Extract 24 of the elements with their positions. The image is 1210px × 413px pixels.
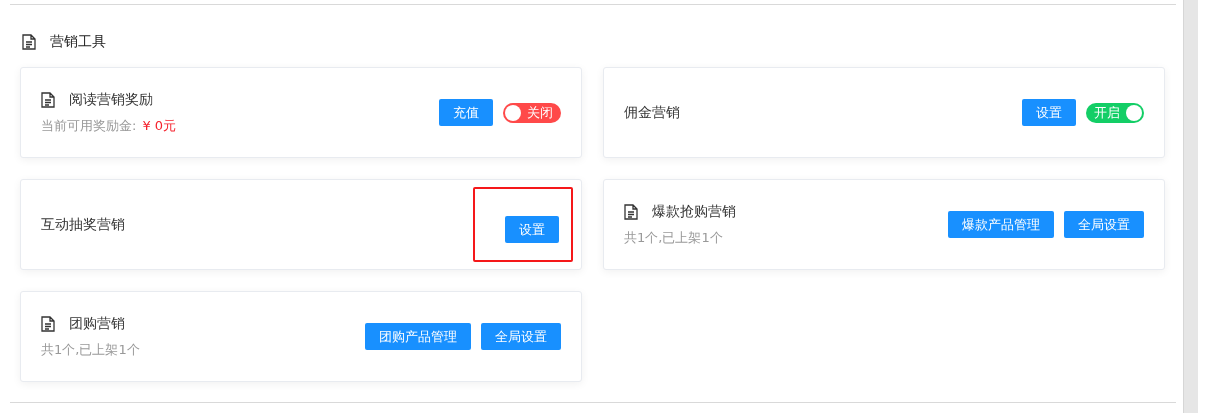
action-button[interactable]: 全局设置	[1064, 211, 1144, 238]
toggle-switch[interactable]: 开启	[1086, 102, 1144, 123]
card-title: 佣金营销	[624, 103, 680, 122]
action-button[interactable]: 全局设置	[481, 323, 561, 350]
action-button[interactable]: 充值	[439, 99, 493, 126]
balance-amount: ¥ 0元	[142, 116, 177, 135]
action-button[interactable]: 团购产品管理	[365, 323, 471, 350]
action-button[interactable]: 设置	[505, 216, 559, 243]
toggle-switch[interactable]: 关闭	[503, 102, 561, 123]
action-button[interactable]: 爆款产品管理	[948, 211, 1054, 238]
card-title: 阅读营销奖励	[69, 90, 153, 109]
card-title: 互动抽奖营销	[41, 215, 125, 234]
scrollbar[interactable]	[1183, 0, 1198, 413]
document-icon	[41, 91, 55, 108]
card-title: 爆款抢购营销	[652, 202, 736, 221]
subtitle: 共1个,已上架1个	[41, 340, 140, 359]
card-title: 团购营销	[69, 314, 125, 333]
subtitle: 当前可用奖励金:	[41, 116, 137, 135]
document-icon	[22, 34, 36, 50]
section-title: 营销工具	[50, 33, 106, 51]
action-button[interactable]: 设置	[1022, 99, 1076, 126]
document-icon	[624, 203, 638, 220]
subtitle: 共1个,已上架1个	[624, 228, 723, 247]
document-icon	[41, 315, 55, 332]
